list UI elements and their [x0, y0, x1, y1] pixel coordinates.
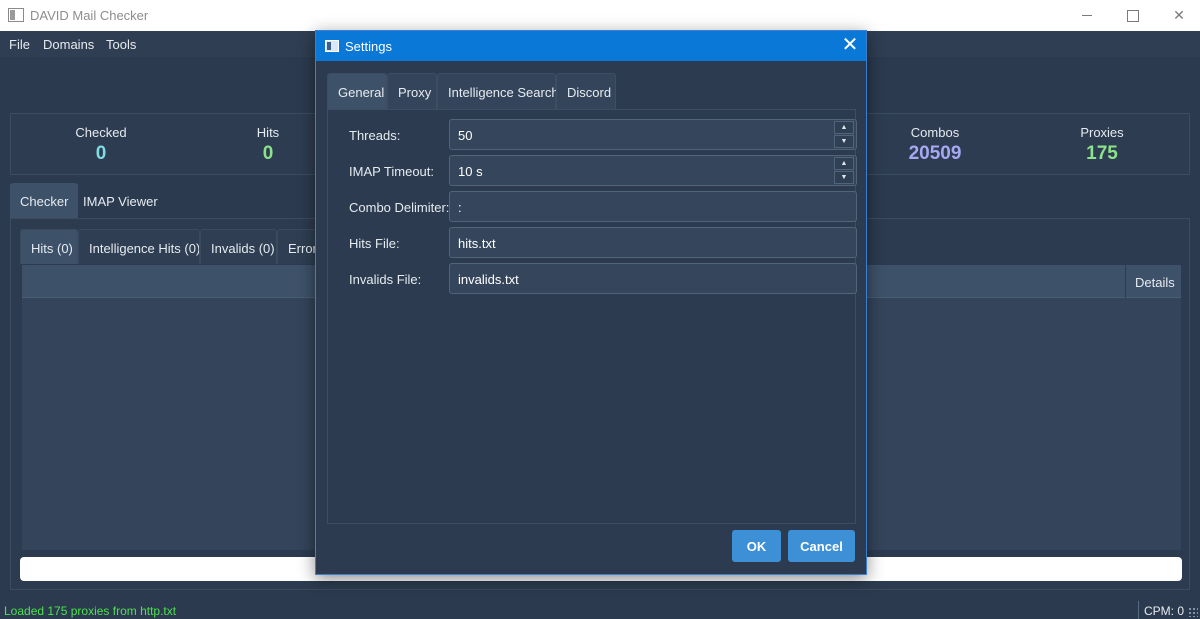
general-settings-panel: Threads: 50 ▲ ▼ IMAP Timeout: 10 s ▲ ▼ C…	[327, 109, 857, 524]
resize-grip-icon[interactable]	[1188, 607, 1198, 617]
statusbar: Loaded 175 proxies from http.txt CPM: 0	[0, 600, 1200, 619]
cancel-button[interactable]: Cancel	[788, 530, 855, 562]
tab-hits[interactable]: Hits (0)	[20, 229, 78, 264]
window-title: DAVID Mail Checker	[30, 8, 149, 23]
dialog-title: Settings	[345, 39, 392, 54]
stat-proxies-value: 175	[1086, 143, 1118, 164]
dialog-titlebar: Settings ✕	[316, 31, 866, 61]
threads-spinbox[interactable]: 50 ▲ ▼	[449, 119, 857, 150]
spin-down-icon[interactable]: ▼	[834, 171, 854, 184]
imap-timeout-value: 10 s	[458, 164, 483, 179]
dialog-close-icon[interactable]: ✕	[838, 34, 862, 58]
spin-down-icon[interactable]: ▼	[834, 135, 854, 148]
hits-file-input[interactable]: hits.txt	[449, 227, 857, 258]
maximize-button[interactable]	[1110, 0, 1156, 31]
imap-timeout-stepper[interactable]: ▲ ▼	[834, 157, 854, 184]
stat-proxies-label: Proxies	[1080, 125, 1124, 140]
tab-general[interactable]: General	[327, 73, 387, 109]
dialog-window-icon	[325, 40, 339, 52]
status-message: Loaded 175 proxies from http.txt	[4, 604, 177, 618]
invalids-file-input[interactable]: invalids.txt	[449, 263, 857, 294]
cpm-indicator: CPM: 0	[1138, 601, 1184, 619]
spin-up-icon[interactable]: ▲	[834, 157, 854, 170]
menu-tools[interactable]: Tools	[106, 37, 136, 52]
stat-combos: Combos 20509	[845, 114, 1025, 165]
combo-delimiter-label: Combo Delimiter:	[349, 200, 450, 215]
tab-discord[interactable]: Discord	[556, 73, 616, 109]
main-titlebar: DAVID Mail Checker ✕	[0, 0, 1200, 31]
settings-dialog: Settings ✕ General Proxy Intelligence Se…	[315, 30, 867, 575]
threads-stepper[interactable]: ▲ ▼	[834, 121, 854, 148]
menu-file[interactable]: File	[9, 37, 30, 52]
tab-imap-viewer[interactable]: IMAP Viewer	[73, 183, 168, 219]
tab-invalids[interactable]: Invalids (0)	[200, 229, 277, 264]
stat-combos-value: 20509	[908, 143, 962, 164]
tab-proxy[interactable]: Proxy	[387, 73, 437, 109]
tab-errors[interactable]: Errors	[277, 229, 317, 264]
tab-checker[interactable]: Checker	[10, 183, 79, 219]
stat-checked: Checked 0	[11, 114, 191, 165]
threads-label: Threads:	[349, 128, 401, 143]
close-window-button[interactable]: ✕	[1156, 0, 1200, 31]
imap-timeout-label: IMAP Timeout:	[349, 164, 435, 179]
details-column-header[interactable]: Details	[1125, 265, 1181, 298]
stat-combos-label: Combos	[910, 125, 960, 140]
stat-proxies: Proxies 175	[1012, 114, 1192, 165]
stat-checked-label: Checked	[75, 125, 127, 140]
threads-value: 50	[458, 128, 473, 143]
ok-button[interactable]: OK	[732, 530, 781, 562]
spin-up-icon[interactable]: ▲	[834, 121, 854, 134]
invalids-file-label: Invalids File:	[349, 272, 422, 287]
app-window-icon	[8, 8, 24, 22]
tab-intelligence-hits[interactable]: Intelligence Hits (0)	[78, 229, 200, 264]
stat-checked-value: 0	[95, 143, 107, 164]
hits-file-label: Hits File:	[349, 236, 400, 251]
combo-delimiter-input[interactable]: :	[449, 191, 857, 222]
tab-intelligence-search[interactable]: Intelligence Search	[437, 73, 559, 109]
minimize-button[interactable]	[1064, 0, 1110, 31]
menu-domains[interactable]: Domains	[43, 37, 94, 52]
imap-timeout-spinbox[interactable]: 10 s ▲ ▼	[449, 155, 857, 186]
